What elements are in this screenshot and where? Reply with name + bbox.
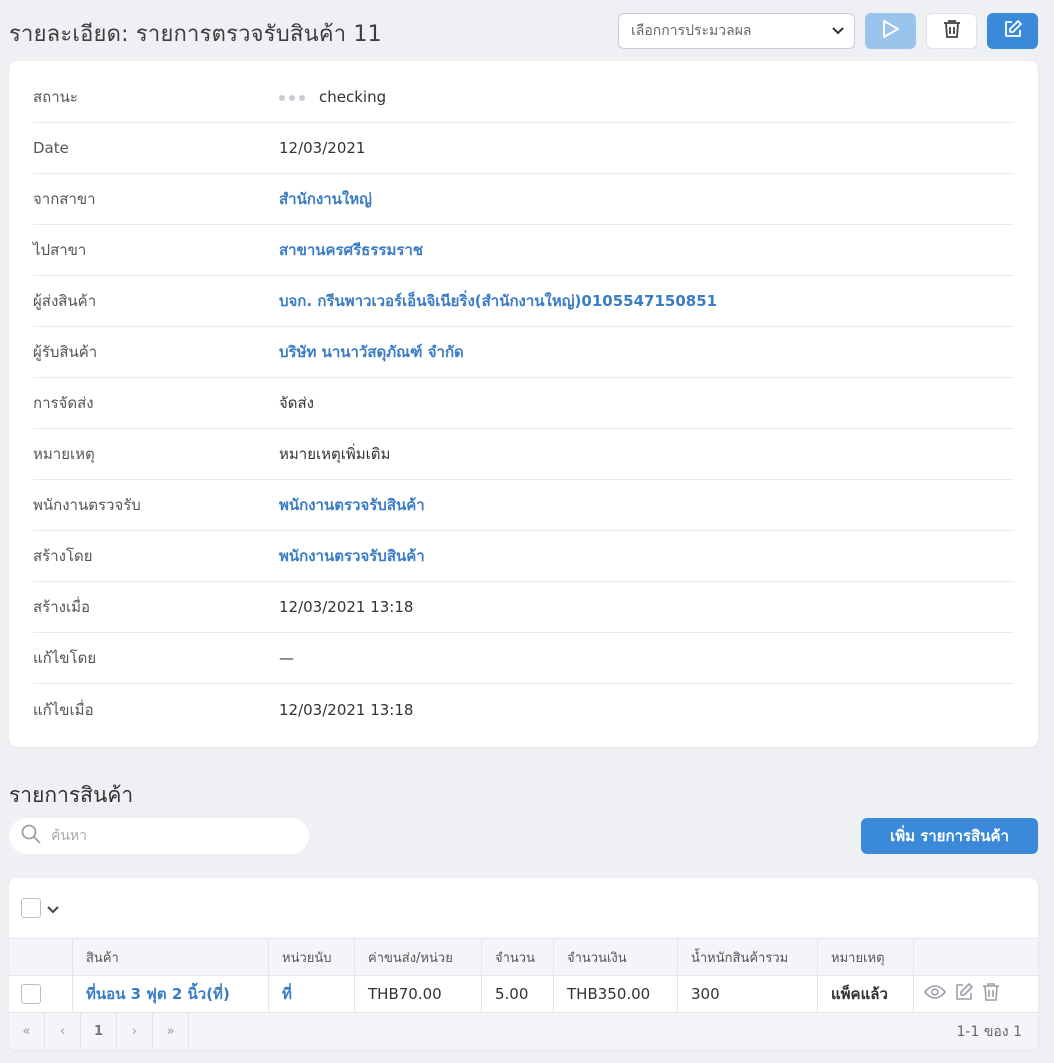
detail-row-from-branch: จากสาขา สำนักงานใหญ่	[33, 174, 1014, 225]
column-header[interactable]: จำนวนเงิน	[554, 939, 678, 975]
status-value: checking	[279, 88, 386, 106]
detail-row-inspector: พนักงานตรวจรับ พนักงานตรวจรับสินค้า	[33, 480, 1014, 531]
column-header[interactable]: หมายเหตุ	[818, 939, 914, 975]
items-table-card: สินค้า หน่วยนับ ค่าขนส่ง/หน่วย จำนวน จำน…	[9, 878, 1038, 1050]
edit-button[interactable]	[987, 13, 1038, 49]
header-select	[9, 939, 73, 975]
product-link[interactable]: ที่นอน 3 ฟุต 2 นิ้ว(ที่)	[73, 976, 269, 1012]
chevron-down-icon[interactable]	[47, 899, 59, 918]
detail-label: สร้างโดย	[33, 547, 93, 565]
detail-label: การจัดส่ง	[33, 394, 94, 412]
detail-row-date: Date 12/03/2021	[33, 123, 1014, 174]
search-input[interactable]: ค้นหา	[51, 825, 87, 847]
detail-value: —	[279, 649, 294, 667]
amount-cell: THB350.00	[554, 976, 678, 1012]
first-page-button[interactable]: «	[9, 1013, 45, 1050]
detail-label: จากสาขา	[33, 190, 96, 208]
detail-label: หมายเหตุ	[33, 445, 95, 463]
detail-row-status: สถานะ checking	[33, 72, 1014, 123]
header-toolbar: เลือกการประมวลผล	[618, 13, 1038, 49]
detail-row-created-by: สร้างโดย พนักงานตรวจรับสินค้า	[33, 531, 1014, 582]
created-by-link[interactable]: พนักงานตรวจรับสินค้า	[279, 544, 425, 568]
detail-value: 12/03/2021 13:18	[279, 598, 414, 616]
detail-label: ไปสาขา	[33, 241, 87, 259]
prev-page-button[interactable]: ‹	[45, 1013, 81, 1050]
trash-icon	[943, 19, 961, 43]
receiver-link[interactable]: บริษัท นานาวัสดุภัณฑ์ จำกัด	[279, 340, 464, 364]
detail-label: ผู้รับสินค้า	[33, 343, 98, 361]
detail-label: Date	[33, 139, 69, 157]
status-dots-icon	[279, 94, 305, 101]
column-header[interactable]: สินค้า	[73, 939, 269, 975]
page-title: รายละเอียด: รายการตรวจรับสินค้า 11	[9, 22, 382, 47]
detail-row-delivery: การจัดส่ง จัดส่ง	[33, 378, 1014, 429]
detail-label: แก้ไขโดย	[33, 649, 97, 667]
items-section-title: รายการสินค้า	[9, 783, 134, 807]
detail-label: สถานะ	[33, 88, 78, 106]
detail-row-note: หมายเหตุ หมายเหตุเพิ่มเติม	[33, 429, 1014, 480]
detail-value: 12/03/2021	[279, 139, 366, 157]
chevron-down-icon	[832, 23, 844, 39]
detail-value: หมายเหตุเพิ่มเติม	[279, 445, 391, 463]
pager-info: 1-1 ของ 1	[956, 1023, 1023, 1040]
detail-label: สร้างเมื่อ	[33, 598, 90, 616]
delete-button[interactable]	[926, 13, 977, 49]
detail-row-updated-by: แก้ไขโดย —	[33, 633, 1014, 684]
note-cell: แพ็คแล้ว	[818, 976, 914, 1012]
run-button[interactable]	[865, 13, 916, 49]
weight-cell: 300	[678, 976, 818, 1012]
table-header: สินค้า หน่วยนับ ค่าขนส่ง/หน่วย จำนวน จำน…	[9, 938, 1038, 976]
add-item-button[interactable]: เพิ่ม รายการสินค้า	[861, 818, 1038, 854]
pagination: « ‹ 1 › » 1-1 ของ 1	[9, 1013, 1038, 1050]
to-branch-link[interactable]: สาขานครศรีธรรมราช	[279, 238, 423, 262]
detail-value: 12/03/2021 13:18	[279, 700, 414, 719]
trash-icon[interactable]	[982, 982, 1000, 1006]
detail-row-updated-at: แก้ไขเมื่อ 12/03/2021 13:18	[33, 684, 1014, 735]
detail-label: แก้ไขเมื่อ	[33, 700, 94, 719]
play-icon	[882, 19, 900, 43]
table-row: ที่นอน 3 ฟุต 2 นิ้ว(ที่) ที่ THB70.00 5.…	[9, 976, 1038, 1013]
qty-cell: 5.00	[482, 976, 554, 1012]
edit-icon[interactable]	[954, 982, 974, 1006]
view-icon[interactable]	[924, 984, 946, 1004]
process-select-value: เลือกการประมวลผล	[631, 23, 752, 39]
detail-card: สถานะ checking Date 12/03/2021 จากสาขา ส…	[9, 61, 1038, 747]
last-page-button[interactable]: »	[153, 1013, 189, 1050]
column-header[interactable]: น้ำหนักสินค้ารวม	[678, 939, 818, 975]
column-header[interactable]: หน่วยนับ	[269, 939, 355, 975]
search-box[interactable]: ค้นหา	[9, 818, 309, 854]
shipping-cell: THB70.00	[355, 976, 482, 1012]
row-checkbox[interactable]	[21, 984, 41, 1004]
detail-row-to-branch: ไปสาขา สาขานครศรีธรรมราช	[33, 225, 1014, 276]
status-text: checking	[319, 88, 387, 106]
row-actions	[914, 976, 1038, 1012]
detail-row-sender: ผู้ส่งสินค้า บจก. กรีนพาวเวอร์เอ็นจิเนีย…	[33, 276, 1014, 327]
bulk-select[interactable]	[21, 898, 59, 918]
header-actions	[914, 939, 1038, 975]
sender-link[interactable]: บจก. กรีนพาวเวอร์เอ็นจิเนียริ่ง(สำนักงาน…	[279, 289, 717, 313]
inspector-link[interactable]: พนักงานตรวจรับสินค้า	[279, 493, 425, 517]
page-number-button[interactable]: 1	[81, 1013, 117, 1050]
detail-value: จัดส่ง	[279, 394, 315, 412]
next-page-button[interactable]: ›	[117, 1013, 153, 1050]
from-branch-link[interactable]: สำนักงานใหญ่	[279, 187, 372, 211]
column-header[interactable]: ค่าขนส่ง/หน่วย	[355, 939, 482, 975]
detail-label: พนักงานตรวจรับ	[33, 496, 141, 514]
row-select	[9, 976, 73, 1012]
process-select[interactable]: เลือกการประมวลผล	[618, 13, 855, 49]
detail-row-receiver: ผู้รับสินค้า บริษัท นานาวัสดุภัณฑ์ จำกัด	[33, 327, 1014, 378]
column-header[interactable]: จำนวน	[482, 939, 554, 975]
unit-link[interactable]: ที่	[269, 976, 355, 1012]
edit-icon	[1003, 19, 1023, 43]
detail-row-created-at: สร้างเมื่อ 12/03/2021 13:18	[33, 582, 1014, 633]
detail-label: ผู้ส่งสินค้า	[33, 292, 97, 310]
search-icon	[21, 824, 41, 848]
select-all-checkbox[interactable]	[21, 898, 41, 918]
